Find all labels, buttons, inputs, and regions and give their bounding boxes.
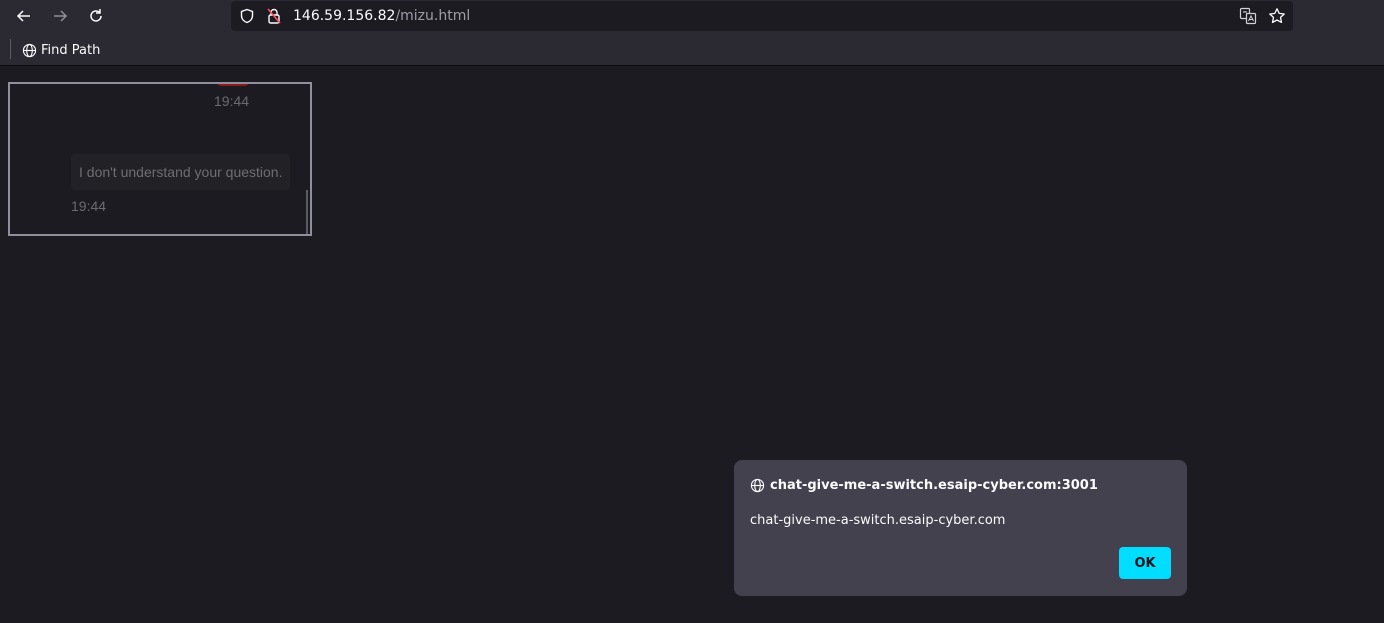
lock-warning-icon[interactable] [266, 7, 282, 25]
star-icon[interactable] [1268, 7, 1286, 25]
scrollbar[interactable] [306, 190, 308, 234]
globe-icon [750, 478, 765, 492]
back-button[interactable] [11, 4, 37, 28]
bookmark-find-path[interactable]: Find Path [22, 41, 100, 59]
arrow-right-icon [54, 10, 68, 22]
bookmarks-separator [10, 39, 11, 59]
bookmark-label: Find Path [41, 42, 101, 58]
reload-button[interactable] [83, 4, 109, 28]
dialog-title: chat-give-me-a-switch.esaip-cyber.com:30… [750, 476, 1098, 494]
user-message-bubble [217, 84, 249, 86]
forward-button[interactable] [47, 4, 73, 28]
ok-button[interactable]: OK [1119, 547, 1171, 579]
url-host: 146.59.156.82 [293, 8, 396, 24]
message-timestamp: 19:44 [214, 93, 250, 109]
globe-icon [22, 43, 37, 57]
browser-toolbar: 146.59.156.82/mizu.html [0, 0, 1384, 32]
arrow-left-icon [16, 10, 30, 22]
dialog-origin: chat-give-me-a-switch.esaip-cyber.com:30… [770, 477, 1098, 493]
shield-icon[interactable] [239, 8, 255, 24]
message-timestamp: 19:44 [71, 198, 107, 214]
url-bar[interactable]: 146.59.156.82/mizu.html [231, 1, 1293, 31]
translate-icon[interactable] [1239, 7, 1257, 25]
reload-icon [90, 9, 102, 22]
chat-iframe: 19:44 I don't understand your question. … [8, 82, 312, 236]
url-path: /mizu.html [395, 8, 471, 24]
bot-message-text: I don't understand your question. [79, 164, 283, 180]
bookmarks-toolbar: Find Path [0, 32, 1384, 66]
url-text[interactable]: 146.59.156.82/mizu.html [293, 8, 470, 24]
bot-message-bubble: I don't understand your question. [71, 154, 290, 190]
alert-dialog: chat-give-me-a-switch.esaip-cyber.com:30… [734, 460, 1187, 596]
dialog-message: chat-give-me-a-switch.esaip-cyber.com [750, 513, 1006, 528]
